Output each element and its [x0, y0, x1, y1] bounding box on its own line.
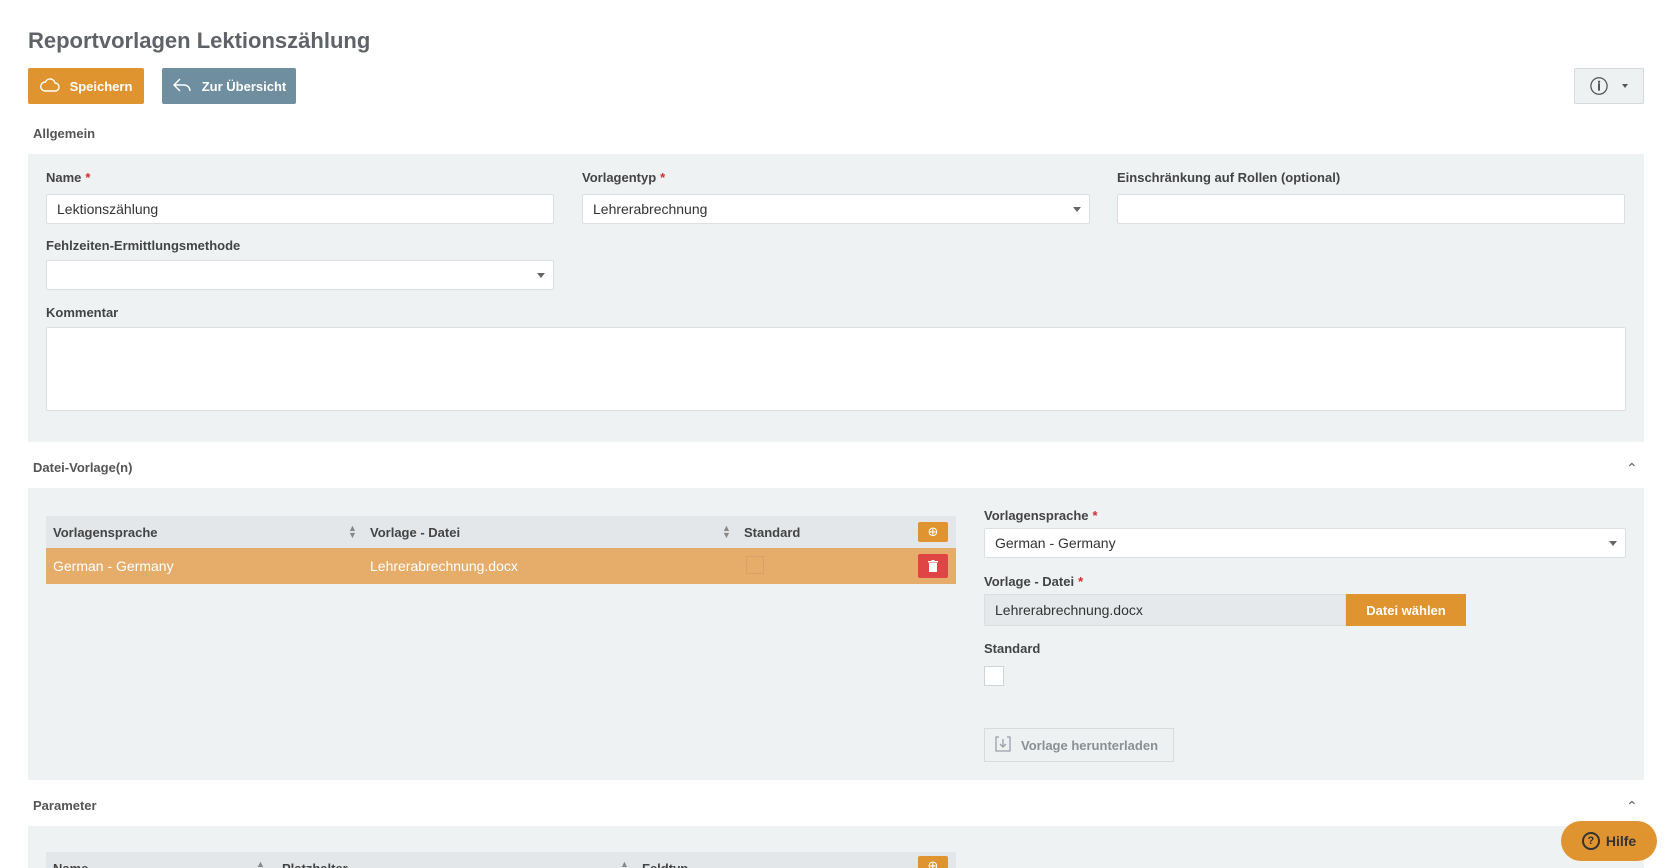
absence-method-label: Fehlzeiten-Ermittlungsmethode	[46, 238, 241, 253]
reply-arrow-icon	[172, 77, 192, 96]
chevron-up-icon[interactable]: ⌃	[1626, 460, 1638, 477]
question-icon: ?	[1581, 832, 1600, 850]
param-table-header: Name ▲▼ Platzhalter ▲▼ Feldtyp ⊕	[46, 852, 956, 868]
sort-icon[interactable]: ▲▼	[256, 860, 265, 868]
add-param-button[interactable]: ⊕	[918, 856, 948, 868]
download-icon	[995, 735, 1011, 755]
sort-icon[interactable]: ▲▼	[620, 860, 629, 868]
template-language-select[interactable]: German - Germany	[984, 528, 1626, 558]
dropdown-caret-icon	[537, 273, 545, 278]
download-label: Vorlage herunterladen	[1021, 737, 1159, 753]
choose-file-button[interactable]: Datei wählen	[1346, 594, 1466, 626]
save-button-label: Speichern	[69, 78, 133, 94]
add-row-button[interactable]: ⊕	[918, 522, 948, 542]
dropdown-caret-icon	[1609, 541, 1617, 546]
trash-icon[interactable]	[918, 554, 948, 578]
name-label: Name *	[46, 170, 91, 185]
info-dropdown-button[interactable]: ⓘ	[1574, 68, 1644, 104]
info-icon: ⓘ	[1590, 77, 1608, 97]
comment-textarea[interactable]	[46, 327, 1626, 411]
role-restriction-label: Einschränkung auf Rollen (optional)	[1117, 170, 1341, 185]
section-parameters-label: Parameter	[33, 798, 97, 813]
row-file: Lehrerabrechnung.docx	[370, 558, 518, 574]
section-general-label: Allgemein	[33, 126, 96, 141]
template-type-value: Lehrerabrechnung	[593, 201, 708, 217]
absence-method-select[interactable]	[46, 260, 554, 290]
chevron-down-icon	[1622, 84, 1628, 88]
page-title: Reportvorlagen Lektionszählung	[28, 28, 371, 53]
row-standard-checkbox[interactable]	[746, 556, 764, 574]
role-restriction-input[interactable]	[1117, 194, 1625, 224]
column-header-file[interactable]: Vorlage - Datei	[370, 516, 460, 548]
column-header-standard: Standard	[744, 524, 801, 540]
template-file-label: Vorlage - Datei *	[984, 574, 1084, 589]
save-button[interactable]: Speichern	[28, 68, 144, 104]
column-header-name[interactable]: Name	[53, 852, 88, 868]
chevron-up-icon[interactable]: ⌃	[1626, 798, 1638, 815]
template-type-select[interactable]: Lehrerabrechnung	[582, 194, 1090, 224]
file-table-header: Vorlagensprache ▲ ▼ Vorlage - Datei ▲ ▼ St…	[46, 516, 956, 548]
column-header-language[interactable]: Vorlagensprache	[53, 516, 158, 548]
comment-label: Kommentar	[46, 305, 119, 320]
column-header-placeholder[interactable]: Platzhalter	[282, 852, 348, 868]
download-template-button[interactable]: Vorlage herunterladen	[984, 728, 1174, 762]
standard-checkbox[interactable]	[984, 666, 1004, 686]
help-button[interactable]: ? Hilfe	[1561, 821, 1657, 861]
template-file-display: Lehrerabrechnung.docx	[984, 594, 1346, 626]
column-header-fieldtype[interactable]: Feldtyp	[642, 852, 688, 868]
template-type-label: Vorlagentyp *	[582, 170, 666, 185]
overview-button[interactable]: Zur Übersicht	[162, 68, 296, 104]
name-input[interactable]: Lektionszählung	[46, 194, 554, 224]
cloud-icon	[39, 77, 60, 95]
sort-icon[interactable]: ▲▼	[722, 524, 731, 540]
sort-icon[interactable]: ▲▼	[348, 524, 357, 540]
table-row[interactable]: German - Germany Lehrerabrechnung.docx	[46, 548, 956, 584]
overview-button-label: Zur Übersicht	[201, 78, 287, 94]
help-label: Hilfe	[1605, 833, 1637, 849]
template-language-label: Vorlagensprache *	[984, 508, 1098, 523]
standard-label: Standard	[984, 641, 1041, 656]
row-language: German - Germany	[53, 558, 174, 574]
dropdown-caret-icon	[1073, 207, 1081, 212]
section-file-templates-label: Datei-Vorlage(n)	[33, 460, 133, 475]
